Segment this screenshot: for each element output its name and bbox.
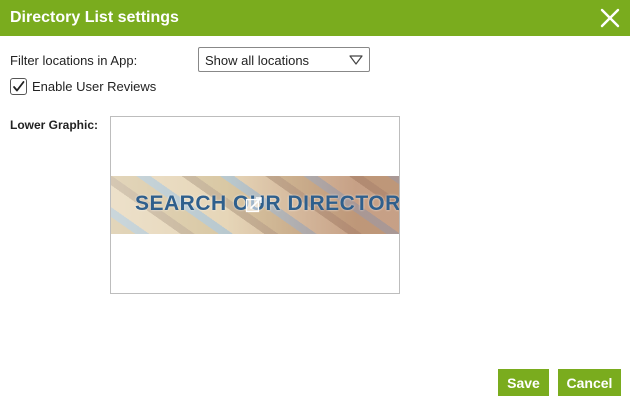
close-icon[interactable]	[598, 6, 622, 30]
lower-graphic-label: Lower Graphic:	[10, 118, 99, 132]
enable-user-reviews-checkbox[interactable]	[10, 78, 27, 95]
dialog-title: Directory List settings	[10, 9, 179, 26]
chevron-down-icon	[349, 55, 363, 65]
checkmark-icon	[13, 81, 25, 92]
lower-graphic-preview[interactable]: SEARCH OUR DIRECTORY	[110, 116, 400, 294]
dialog-titlebar: Directory List settings	[0, 0, 630, 36]
filter-locations-select[interactable]: Show all locations	[198, 47, 370, 72]
filter-locations-value: Show all locations	[205, 53, 310, 68]
save-button[interactable]: Save	[498, 369, 549, 396]
directory-banner-image: SEARCH OUR DIRECTORY	[111, 176, 399, 234]
cancel-button[interactable]: Cancel	[558, 369, 621, 396]
enable-user-reviews-label: Enable User Reviews	[32, 79, 157, 94]
filter-locations-label: Filter locations in App:	[10, 53, 138, 68]
edit-icon[interactable]	[245, 196, 263, 214]
banner-text: SEARCH OUR DIRECTORY	[135, 192, 399, 215]
